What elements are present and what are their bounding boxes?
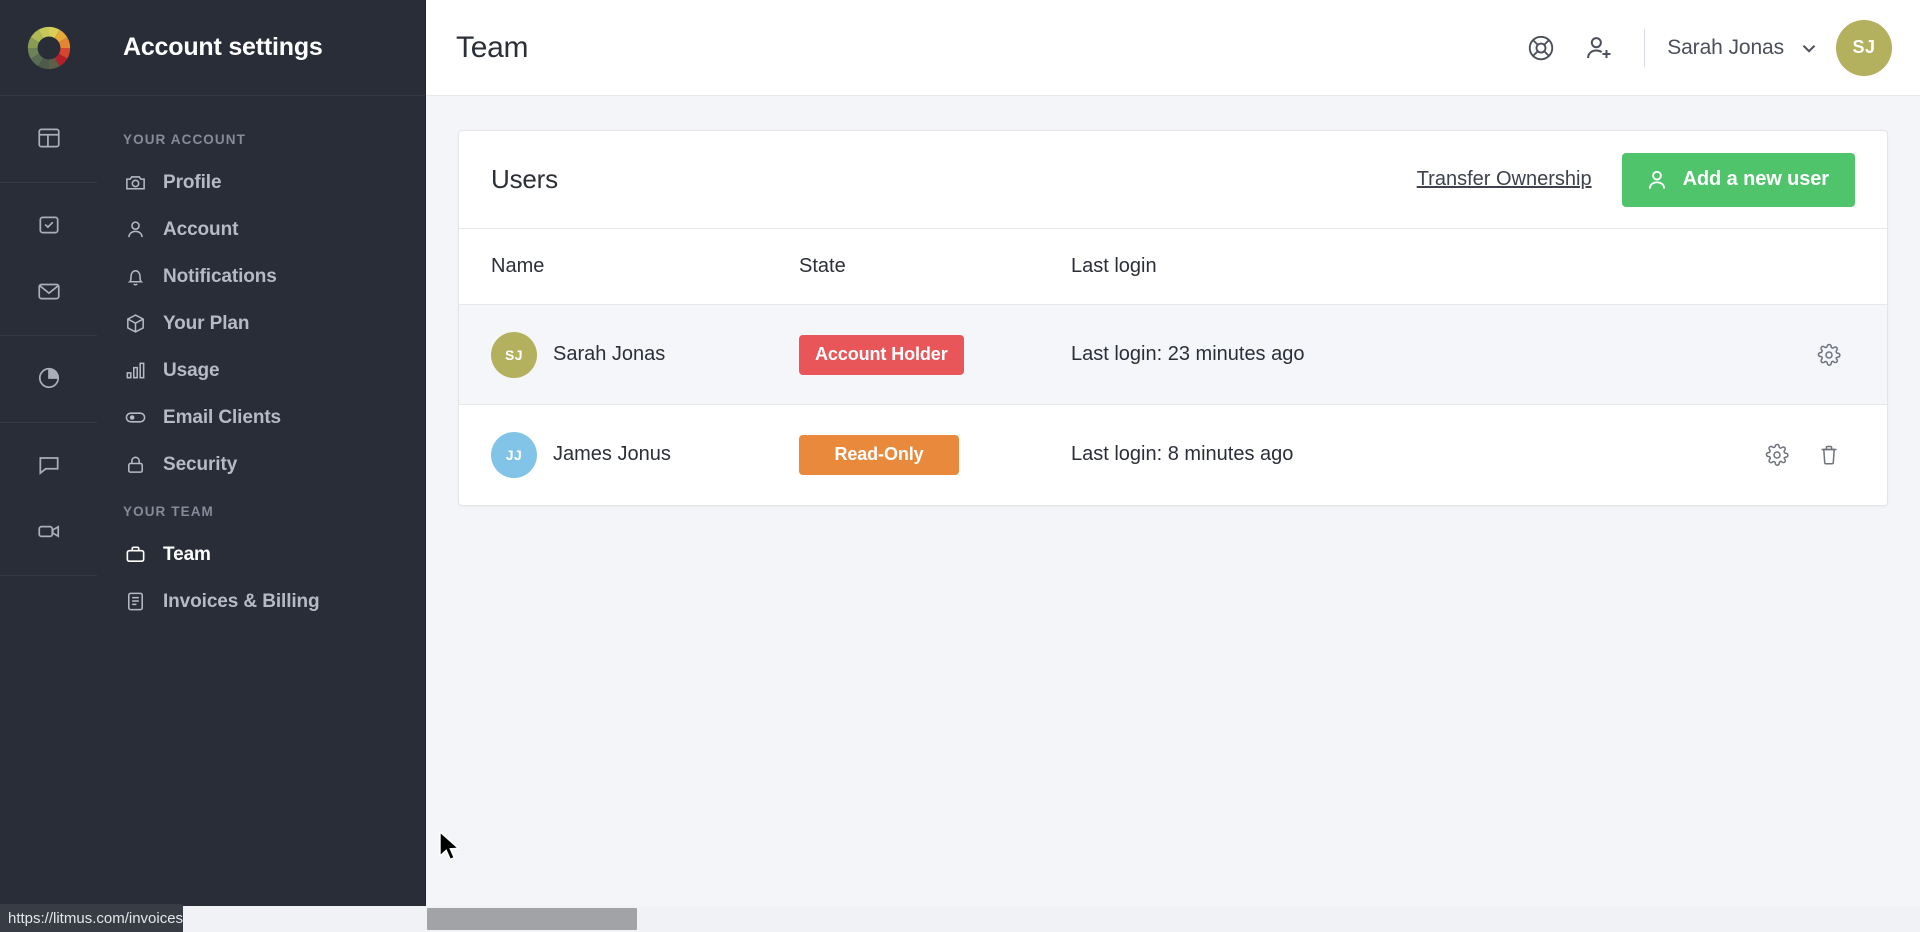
sidebar-item-label: Security (163, 453, 238, 475)
users-table-head: Name State Last login (459, 229, 1887, 305)
row-actions (1697, 443, 1887, 467)
app-root: Account settings YOUR ACCOUNT Profile Ac… (0, 0, 1920, 932)
rail-group-communication (0, 423, 97, 576)
sidebar-item-team[interactable]: Team (97, 531, 425, 578)
users-table: Name State Last login SJ Sarah Jonas Acc… (459, 229, 1887, 505)
rail-group-dashboard (0, 96, 97, 183)
sidebar-item-label: Your Plan (163, 312, 250, 334)
lock-icon (123, 452, 148, 477)
avatar[interactable]: SJ (1836, 19, 1892, 76)
sidebar-group-heading-account: YOUR ACCOUNT (123, 132, 246, 147)
sidebar-title: Account settings (97, 0, 425, 96)
video-camera-icon[interactable] (21, 503, 77, 559)
bell-icon (123, 264, 148, 289)
status-bar-url-text: https://litmus.com/invoices (8, 909, 184, 927)
chevron-down-icon[interactable] (1798, 37, 1820, 59)
avatar: SJ (491, 331, 537, 378)
sidebar-item-invoices-billing[interactable]: Invoices & Billing (97, 578, 425, 625)
user-name-cell: JJ James Jonus (491, 431, 799, 478)
dashboard-layout-icon[interactable] (21, 110, 77, 166)
toggle-icon (123, 405, 148, 430)
sidebar-item-notifications[interactable]: Notifications (97, 253, 425, 300)
gear-icon[interactable] (1817, 343, 1841, 367)
sidebar-item-your-plan[interactable]: Your Plan (97, 300, 425, 347)
column-header-last-login: Last login (1071, 229, 1697, 305)
envelope-icon[interactable] (21, 263, 77, 319)
avatar: JJ (491, 431, 537, 478)
column-header-state: State (799, 229, 1071, 305)
user-menu-name[interactable]: Sarah Jonas (1667, 36, 1784, 60)
color-wheel-logo (27, 26, 70, 69)
table-header-row: Name State Last login (459, 229, 1887, 305)
column-header-actions (1697, 229, 1887, 305)
last-login-text: Last login: 23 minutes ago (1071, 304, 1697, 405)
status-bar-url: https://litmus.com/invoices (0, 904, 184, 932)
users-table-body: SJ Sarah Jonas Account Holder Last login… (459, 304, 1887, 505)
card-actions: Transfer Ownership Add a new user (1417, 152, 1855, 207)
chat-bubble-icon[interactable] (21, 437, 77, 493)
sidebar-item-label: Notifications (163, 265, 277, 287)
app-logo[interactable] (0, 0, 97, 96)
user-name-text: James Jonus (553, 443, 671, 466)
horizontal-scrollbar[interactable] (0, 906, 1920, 932)
card-title: Users (491, 164, 558, 194)
document-icon (123, 589, 148, 614)
rail-group-analytics (0, 336, 97, 423)
icon-rail (0, 0, 97, 932)
sidebar-item-label: Email Clients (163, 406, 282, 428)
box-icon (123, 311, 148, 336)
sidebar-item-profile[interactable]: Profile (97, 159, 425, 206)
top-bar-actions: Sarah Jonas SJ (1512, 19, 1892, 77)
top-bar: Team Sarah Jonas SJ (426, 0, 1920, 96)
table-row[interactable]: SJ Sarah Jonas Account Holder Last login… (459, 304, 1887, 405)
lifebuoy-icon[interactable] (1512, 19, 1570, 77)
pie-chart-icon[interactable] (21, 350, 77, 406)
rail-group-content (0, 183, 97, 336)
page-title: Team (456, 30, 529, 64)
trash-icon[interactable] (1817, 443, 1841, 467)
camera-icon (123, 170, 148, 195)
sidebar-item-label: Team (163, 543, 211, 565)
checklist-icon[interactable] (21, 197, 77, 253)
user-name-text: Sarah Jonas (553, 343, 666, 365)
top-bar-divider (1644, 28, 1646, 67)
sidebar-item-label: Profile (163, 171, 222, 193)
sidebar-item-email-clients[interactable]: Email Clients (97, 394, 425, 441)
add-user-button-label: Add a new user (1682, 168, 1830, 190)
sidebar-item-label: Usage (163, 359, 220, 381)
bar-chart-icon (123, 358, 148, 383)
gear-icon[interactable] (1765, 443, 1789, 467)
add-user-button[interactable]: Add a new user (1621, 152, 1855, 207)
sidebar-item-label: Invoices & Billing (163, 590, 320, 612)
sidebar-group-heading-team: YOUR TEAM (123, 504, 214, 519)
settings-sidebar: Account settings YOUR ACCOUNT Profile Ac… (97, 0, 426, 932)
sidebar-nav: YOUR ACCOUNT Profile Account Notificatio… (97, 96, 425, 625)
sidebar-item-security[interactable]: Security (97, 441, 425, 488)
column-header-name: Name (459, 229, 799, 305)
status-badge: Account Holder (799, 334, 964, 375)
user-name-cell: SJ Sarah Jonas (491, 331, 799, 378)
status-badge: Read-Only (799, 434, 959, 475)
last-login-text: Last login: 8 minutes ago (1071, 443, 1294, 466)
sidebar-item-account[interactable]: Account (97, 206, 425, 253)
briefcase-icon (123, 542, 148, 567)
transfer-ownership-link[interactable]: Transfer Ownership (1417, 168, 1592, 191)
users-card: Users Transfer Ownership Add a new user (458, 130, 1888, 506)
users-card-header: Users Transfer Ownership Add a new user (459, 131, 1887, 229)
scrollbar-thumb[interactable] (427, 908, 637, 930)
person-icon (123, 217, 148, 242)
add-person-icon[interactable] (1570, 19, 1628, 77)
table-row[interactable]: JJ James Jonus Read-Only Last login: 8 m… (459, 405, 1887, 505)
main-area: Team Sarah Jonas SJ Users Transfer Owner… (426, 0, 1920, 932)
content-area: Users Transfer Ownership Add a new user (426, 96, 1920, 932)
sidebar-item-label: Account (163, 218, 239, 240)
sidebar-item-usage[interactable]: Usage (97, 347, 425, 394)
person-outline-icon (1644, 167, 1670, 193)
row-actions (1697, 343, 1887, 367)
